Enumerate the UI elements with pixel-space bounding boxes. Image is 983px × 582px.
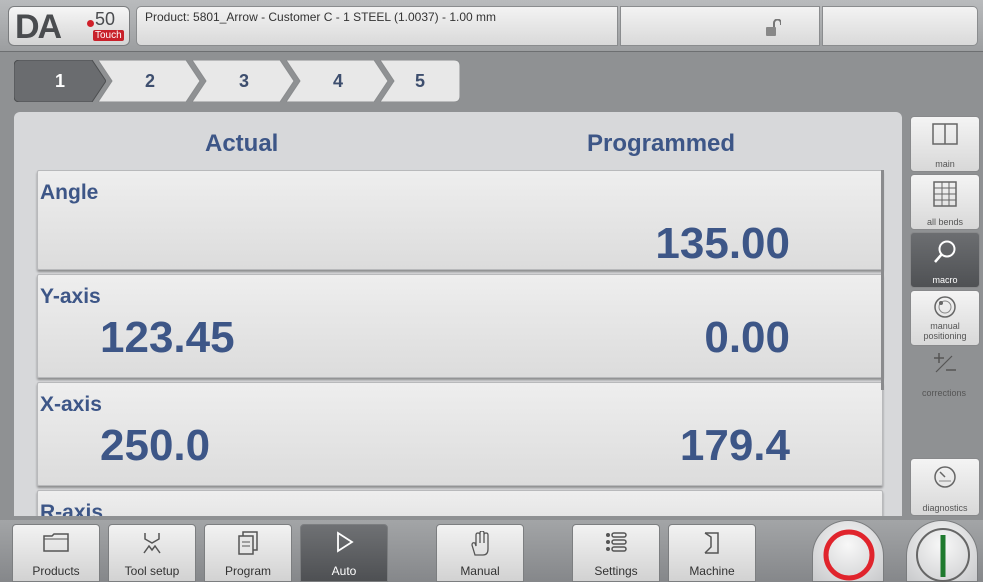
side-button-label: corrections	[921, 388, 966, 398]
tab-step-label: 4	[332, 70, 343, 91]
actual-value: 250.0	[100, 421, 211, 470]
side-button-label: manual	[930, 321, 960, 331]
programmed-value: 179.4	[679, 421, 790, 470]
tab-step-5[interactable]: 5	[380, 60, 460, 102]
scrollbar[interactable]	[881, 170, 884, 390]
axis-row-r[interactable]: R-axis	[37, 490, 883, 516]
stop-ring-icon	[823, 529, 875, 581]
gauge-icon	[911, 465, 979, 489]
tab-step-label: 1	[54, 70, 65, 91]
nav-settings[interactable]: Settings	[572, 524, 660, 582]
column-header-actual: Actual	[205, 130, 279, 157]
nav-label: Tool setup	[124, 564, 180, 578]
diagnostics-button[interactable]: diagnostics	[910, 458, 980, 516]
nav-auto[interactable]: Auto	[300, 524, 388, 582]
unlocked-padlock-icon[interactable]	[765, 18, 782, 42]
lock-panel[interactable]	[620, 6, 820, 46]
plus-minus-icon	[910, 350, 978, 376]
tab-step-3[interactable]: 3	[192, 60, 296, 102]
nav-program[interactable]: Program	[204, 524, 292, 582]
folder-icon	[13, 531, 99, 553]
nav-label: Manual	[460, 564, 500, 578]
programmed-value: 135.00	[655, 219, 790, 268]
axis-row-x[interactable]: X-axis 250.0 179.4	[37, 382, 883, 486]
axis-label: X-axis	[40, 393, 102, 416]
actual-value: 123.45	[100, 313, 235, 362]
manual-positioning-button[interactable]: manual positioning	[910, 290, 980, 346]
settings-list-icon	[573, 531, 659, 553]
top-bar: DA 50 Touch Product: 5801_Arrow - Custom…	[0, 0, 983, 52]
start-line-icon	[916, 528, 970, 582]
tab-step-4[interactable]: 4	[286, 60, 390, 102]
program-pages-icon	[205, 531, 291, 555]
start-button[interactable]	[906, 520, 978, 582]
machine-icon	[669, 531, 755, 555]
logo-dot	[87, 20, 94, 27]
axis-label: Y-axis	[40, 285, 101, 308]
auto-main-panel: Actual Programmed Angle 135.00 Y-axis 12…	[14, 112, 902, 516]
all-bends-button[interactable]: all bends	[910, 174, 980, 230]
nav-label: Products	[32, 564, 80, 578]
axis-row-angle[interactable]: Angle 135.00	[37, 170, 883, 270]
status-panel	[822, 6, 978, 46]
programmed-value: 0.00	[704, 313, 790, 362]
nav-label: Machine	[689, 564, 735, 578]
side-button-label: positioning	[923, 331, 967, 341]
tab-step-label: 5	[414, 70, 425, 91]
nav-label: Settings	[594, 564, 638, 578]
tab-step-label: 3	[238, 70, 249, 91]
axis-row-y[interactable]: Y-axis 123.45 0.00	[37, 274, 883, 378]
table-icon	[911, 181, 979, 207]
nav-manual[interactable]: Manual	[436, 524, 524, 582]
product-info[interactable]: Product: 5801_Arrow - Customer C - 1 STE…	[136, 6, 618, 46]
axis-label: R-axis	[40, 501, 104, 516]
hand-icon	[437, 531, 523, 557]
side-button-label: macro	[932, 275, 958, 285]
tab-step-1[interactable]: 1	[14, 60, 106, 102]
logo-model: 50	[95, 9, 116, 29]
logo-touch-badge: Touch	[93, 30, 124, 41]
tab-step-label: 2	[144, 70, 155, 91]
corrections-button[interactable]: corrections	[910, 348, 980, 404]
play-icon	[301, 531, 387, 553]
magnifier-icon	[911, 239, 979, 265]
nav-label: Program	[224, 564, 271, 578]
split-view-icon	[911, 123, 979, 145]
side-button-label: diagnostics	[922, 503, 968, 513]
nav-products[interactable]: Products	[12, 524, 100, 582]
nav-label: Auto	[331, 564, 357, 578]
handwheel-icon	[911, 295, 979, 319]
stop-button[interactable]	[812, 520, 884, 582]
tool-icon	[109, 531, 195, 555]
column-header-programmed: Programmed	[587, 130, 736, 157]
side-button-label: all bends	[926, 217, 964, 227]
axis-label: Angle	[40, 181, 99, 204]
tab-step-2[interactable]: 2	[98, 60, 202, 102]
logo: DA 50 Touch	[8, 6, 130, 46]
logo-brand: DA	[15, 8, 62, 46]
side-button-label: main	[935, 159, 955, 169]
nav-tool-setup[interactable]: Tool setup	[108, 524, 196, 582]
macro-button[interactable]: macro	[910, 232, 980, 288]
main-view-button[interactable]: main	[910, 116, 980, 172]
nav-machine[interactable]: Machine	[668, 524, 756, 582]
